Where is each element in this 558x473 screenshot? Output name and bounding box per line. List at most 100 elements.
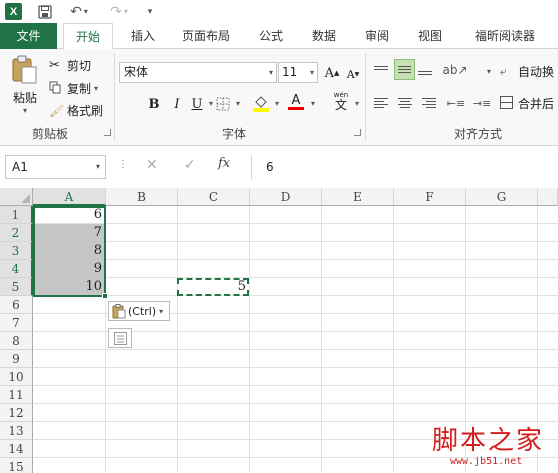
row-header[interactable]: 14 bbox=[0, 440, 33, 458]
tab-file[interactable]: 文件 bbox=[0, 23, 57, 49]
tab-formulas[interactable]: 公式 bbox=[252, 23, 290, 49]
underline-button[interactable]: U bbox=[187, 95, 207, 113]
tab-insert[interactable]: 插入 bbox=[123, 23, 163, 49]
orientation-icon[interactable]: ab↗ bbox=[442, 61, 467, 79]
tab-view[interactable]: 视图 bbox=[411, 23, 449, 49]
row-header[interactable]: 8 bbox=[0, 332, 33, 350]
tab-foxit-reader[interactable]: 福昕阅读器 bbox=[465, 23, 545, 49]
format-painter-button[interactable]: 🖌 格式刷 bbox=[49, 102, 103, 119]
font-size-select[interactable]: 11 ▾ bbox=[278, 62, 318, 83]
borders-icon[interactable] bbox=[214, 95, 232, 113]
font-launcher-icon[interactable] bbox=[354, 129, 361, 136]
column-header-h[interactable] bbox=[538, 188, 558, 206]
save-icon[interactable] bbox=[37, 3, 53, 20]
paste-button[interactable]: 粘贴 ▾ bbox=[8, 55, 42, 115]
gridline bbox=[33, 295, 558, 296]
font-size-value: 11 bbox=[282, 65, 298, 79]
align-left-icon[interactable] bbox=[374, 94, 392, 112]
row-header[interactable]: 4 bbox=[0, 260, 33, 278]
row-header[interactable]: 2 bbox=[0, 224, 33, 242]
phonetic-dropdown-icon[interactable]: ▾ bbox=[355, 99, 359, 108]
column-header-b[interactable]: B bbox=[106, 188, 178, 206]
cancel-icon[interactable]: ✕ bbox=[146, 157, 158, 173]
decrease-indent-icon[interactable]: ⇤≡ bbox=[447, 94, 465, 112]
formula-input[interactable]: 6 bbox=[251, 155, 556, 179]
formula-bar-grip-icon[interactable]: ⋮ bbox=[118, 159, 128, 170]
tab-review[interactable]: 审阅 bbox=[358, 23, 396, 49]
copy-button[interactable]: 复制 ▾ bbox=[49, 80, 98, 97]
cell-a4[interactable]: 9 bbox=[33, 260, 106, 278]
quick-analysis-icon[interactable] bbox=[108, 328, 132, 348]
orientation-dropdown-icon[interactable]: ▾ bbox=[487, 67, 491, 76]
customize-toolbar-icon[interactable]: ▾ bbox=[144, 3, 156, 20]
cut-button[interactable]: ✂ 剪切 bbox=[49, 57, 91, 74]
wrap-text-button[interactable]: ⤶ 自动换 bbox=[500, 63, 554, 80]
cell-a5[interactable]: 10 bbox=[33, 278, 106, 296]
column-header-e[interactable]: E bbox=[322, 188, 394, 206]
row-header[interactable]: 1 bbox=[0, 206, 33, 224]
underline-dropdown-icon[interactable]: ▾ bbox=[209, 99, 213, 108]
align-top-icon[interactable] bbox=[374, 60, 392, 78]
merge-center-button[interactable]: 合并后 bbox=[500, 95, 554, 112]
group-separator bbox=[365, 53, 366, 141]
row-header[interactable]: 11 bbox=[0, 386, 33, 404]
tab-home[interactable]: 开始 bbox=[63, 23, 113, 50]
column-header-f[interactable]: F bbox=[394, 188, 466, 206]
row-header[interactable]: 5 bbox=[0, 278, 33, 296]
shrink-font-icon[interactable]: A ▼ bbox=[344, 65, 362, 83]
name-box[interactable]: A1 ▾ bbox=[5, 155, 106, 179]
cell-a1[interactable]: 6 bbox=[33, 206, 106, 224]
paste-icon bbox=[12, 55, 37, 84]
clipboard-launcher-icon[interactable] bbox=[104, 129, 111, 136]
font-size-dropdown-icon[interactable]: ▾ bbox=[310, 63, 314, 82]
italic-button[interactable]: I bbox=[168, 95, 186, 113]
increase-indent-icon[interactable]: ⇥≡ bbox=[473, 94, 491, 112]
copy-icon bbox=[49, 81, 67, 97]
row-header[interactable]: 9 bbox=[0, 350, 33, 368]
grow-font-icon[interactable]: A ▲ bbox=[323, 64, 341, 82]
fill-color-dropdown-icon[interactable]: ▾ bbox=[275, 99, 279, 108]
copy-dropdown-icon[interactable]: ▾ bbox=[94, 84, 98, 93]
font-color-icon[interactable]: A bbox=[287, 93, 305, 111]
column-header-c[interactable]: C bbox=[178, 188, 250, 206]
font-color-dropdown-icon[interactable]: ▾ bbox=[311, 99, 315, 108]
tab-page-layout[interactable]: 页面布局 bbox=[176, 23, 236, 49]
cell-a3[interactable]: 8 bbox=[33, 242, 106, 260]
ribbon-tabs: 文件 开始 插入 页面布局 公式 数据 审阅 视图 福昕阅读器 bbox=[0, 23, 558, 50]
row-header[interactable]: 3 bbox=[0, 242, 33, 260]
enter-icon[interactable]: ✓ bbox=[184, 157, 196, 173]
borders-dropdown-icon[interactable]: ▾ bbox=[236, 99, 240, 108]
wrap-text-icon: ⤶ bbox=[500, 64, 507, 78]
row-header[interactable]: 6 bbox=[0, 296, 33, 314]
site-watermark: 脚本之家 www.jb51.net bbox=[430, 420, 558, 473]
column-header-d[interactable]: D bbox=[250, 188, 322, 206]
row-header[interactable]: 12 bbox=[0, 404, 33, 422]
font-name-dropdown-icon[interactable]: ▾ bbox=[269, 63, 273, 82]
formula-bar: A1 ▾ ⋮ ✕ ✓ fx 6 bbox=[0, 150, 558, 184]
group-separator bbox=[114, 53, 115, 141]
redo-icon[interactable]: ↷ ▾ bbox=[106, 3, 132, 20]
name-box-dropdown-icon[interactable]: ▾ bbox=[96, 156, 100, 178]
paste-dropdown-icon[interactable]: ▾ bbox=[23, 106, 27, 115]
paste-options-button[interactable]: (Ctrl) ▾ bbox=[108, 301, 170, 321]
align-middle-icon[interactable] bbox=[394, 59, 415, 80]
align-bottom-icon[interactable] bbox=[418, 62, 436, 80]
phonetic-icon[interactable]: wén 文 bbox=[330, 91, 352, 113]
fill-color-icon[interactable] bbox=[252, 94, 270, 112]
select-all-corner[interactable] bbox=[0, 188, 33, 206]
insert-function-icon[interactable]: fx bbox=[218, 156, 230, 171]
row-header[interactable]: 13 bbox=[0, 422, 33, 440]
column-header-a[interactable]: A bbox=[33, 188, 106, 206]
bold-button[interactable]: B bbox=[145, 95, 163, 113]
font-name-select[interactable]: 宋体 ▾ bbox=[119, 62, 277, 83]
align-right-icon[interactable] bbox=[418, 94, 436, 112]
undo-icon[interactable]: ↶ ▾ bbox=[66, 3, 92, 20]
column-header-g[interactable]: G bbox=[466, 188, 538, 206]
row-header[interactable]: 15 bbox=[0, 458, 33, 473]
row-header[interactable]: 7 bbox=[0, 314, 33, 332]
cell-a2[interactable]: 7 bbox=[33, 224, 106, 242]
tab-data[interactable]: 数据 bbox=[305, 23, 343, 49]
row-header[interactable]: 10 bbox=[0, 368, 33, 386]
wrap-text-label: 自动换 bbox=[518, 65, 555, 79]
align-center-icon[interactable] bbox=[396, 94, 414, 112]
